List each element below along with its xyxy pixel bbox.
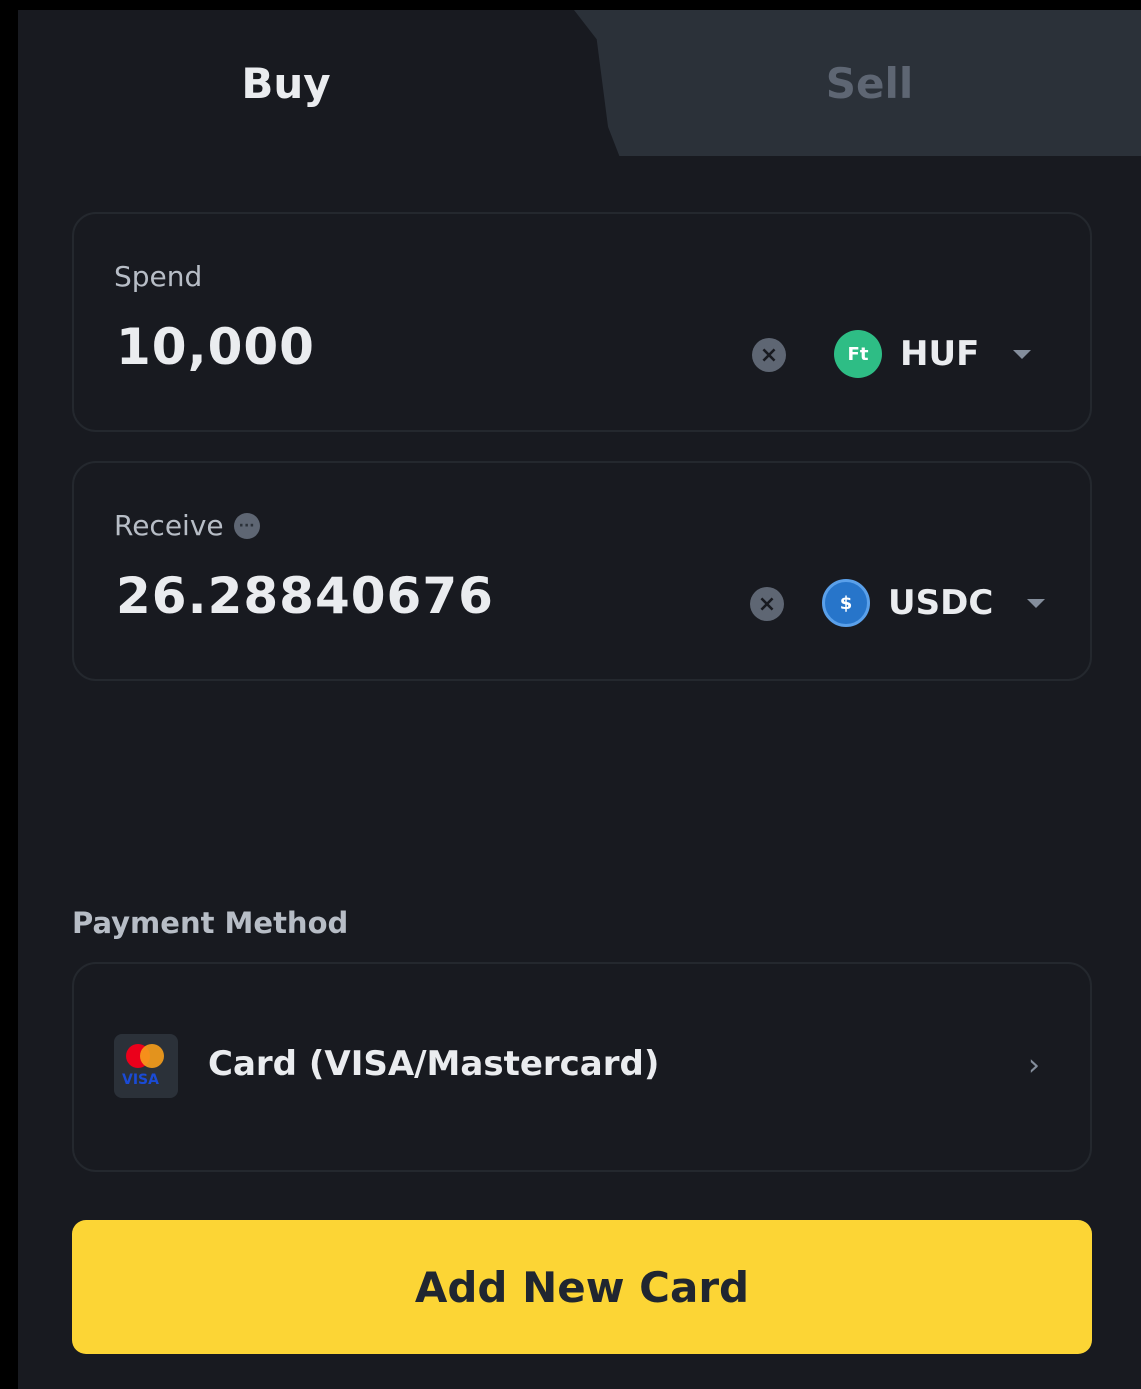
- mastercard-orange-circle: [140, 1044, 164, 1068]
- tab-buy-label: Buy: [241, 58, 331, 108]
- receive-label: Receive ···: [114, 509, 260, 542]
- card-brand-icon: VISA: [114, 1034, 178, 1098]
- add-new-card-button[interactable]: Add New Card: [72, 1220, 1092, 1354]
- spend-field[interactable]: Spend 10,000 × Ft HUF: [72, 212, 1092, 432]
- receive-currency-select[interactable]: $ USDC: [822, 575, 1046, 631]
- receive-currency-code: USDC: [888, 583, 994, 623]
- spend-amount-input[interactable]: 10,000: [116, 318, 315, 376]
- receive-field[interactable]: Receive ··· 26.28840676 × $ USDC: [72, 461, 1092, 681]
- spend-label-text: Spend: [114, 260, 203, 293]
- spend-currency-select[interactable]: Ft HUF: [834, 326, 1032, 382]
- buy-sell-panel: Buy Sell Spend 10,000 × Ft HUF Receive ·…: [18, 10, 1141, 1389]
- chevron-down-icon: [1027, 598, 1046, 608]
- spend-currency-code: HUF: [900, 334, 980, 374]
- spend-label: Spend: [114, 260, 202, 293]
- clear-receive-icon[interactable]: ×: [750, 587, 784, 621]
- huf-coin-icon: Ft: [834, 330, 882, 378]
- tab-buy[interactable]: Buy: [18, 10, 554, 156]
- tab-sell-label: Sell: [825, 58, 914, 108]
- info-icon[interactable]: ···: [233, 512, 260, 539]
- payment-method-heading: Payment Method: [72, 906, 349, 940]
- payment-method-option[interactable]: VISA Card (VISA/Mastercard) ›: [72, 962, 1092, 1172]
- chevron-down-icon: [1013, 349, 1032, 359]
- receive-amount-input[interactable]: 26.28840676: [116, 567, 494, 625]
- chevron-right-icon: ›: [1028, 1048, 1040, 1083]
- clear-spend-icon[interactable]: ×: [752, 338, 786, 372]
- usdc-coin-icon: $: [822, 579, 870, 627]
- payment-method-label: Card (VISA/Mastercard): [208, 1044, 660, 1084]
- visa-logo: VISA: [122, 1072, 159, 1088]
- receive-label-text: Receive: [114, 509, 224, 542]
- tab-sell[interactable]: Sell: [598, 10, 1141, 156]
